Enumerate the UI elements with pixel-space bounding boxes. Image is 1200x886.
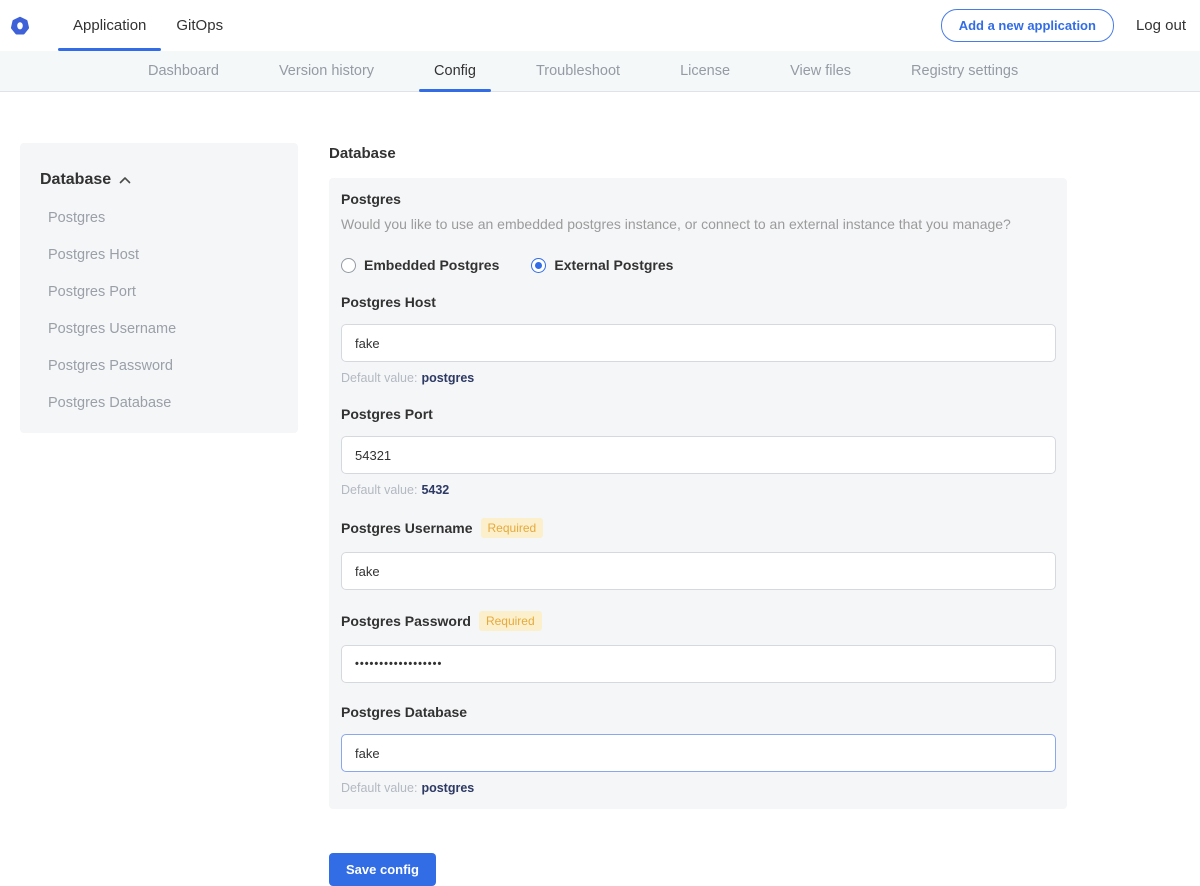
subnav-tab-troubleshoot[interactable]: Troubleshoot	[521, 51, 635, 91]
subnav-tab-registry-settings[interactable]: Registry settings	[896, 51, 1033, 91]
field-postgres-host: Postgres Host Default value:postgres	[341, 294, 1055, 385]
sidebar-item-postgres-password[interactable]: Postgres Password	[48, 358, 278, 374]
radio-unselected-icon[interactable]	[341, 258, 356, 273]
field-label: Postgres Port	[341, 406, 433, 422]
tab-application-label: Application	[73, 17, 146, 34]
save-config-button[interactable]: Save config	[329, 853, 436, 886]
radio-embedded-postgres[interactable]: Embedded Postgres	[341, 257, 499, 273]
page-title: Database	[329, 145, 1067, 162]
chevron-up-icon	[119, 171, 131, 189]
sidebar-group-label: Database	[40, 171, 111, 189]
field-label: Postgres Database	[341, 704, 467, 720]
tab-gitops-label: GitOps	[176, 17, 223, 34]
tab-application[interactable]: Application	[58, 0, 161, 51]
sidebar-item-postgres-port[interactable]: Postgres Port	[48, 284, 278, 300]
sidebar-item-postgres-username[interactable]: Postgres Username	[48, 321, 278, 337]
default-value-row: Default value:postgres	[341, 371, 1055, 385]
sidebar-item-postgres[interactable]: Postgres	[48, 210, 278, 226]
subnav-tab-license[interactable]: License	[665, 51, 745, 91]
field-postgres-password: Postgres Password Required	[341, 611, 1055, 683]
field-postgres-port: Postgres Port Default value:5432	[341, 406, 1055, 497]
postgres-port-input[interactable]	[341, 436, 1056, 474]
subnav-tab-config[interactable]: Config	[419, 51, 491, 91]
config-group-card: Postgres Would you like to use an embedd…	[329, 178, 1067, 809]
default-value-row: Default value:postgres	[341, 781, 1055, 795]
radio-selected-icon[interactable]	[531, 258, 546, 273]
sidebar-group-database[interactable]: Database	[40, 171, 278, 189]
field-label: Postgres Password	[341, 613, 471, 629]
config-item-help-text: Would you like to use an embedded postgr…	[341, 216, 1055, 232]
radio-external-postgres[interactable]: External Postgres	[531, 257, 673, 273]
app-subnav: Dashboard Version history Config Trouble…	[0, 51, 1200, 92]
sidebar-item-postgres-database[interactable]: Postgres Database	[48, 395, 278, 411]
field-label: Postgres Username	[341, 520, 473, 536]
postgres-password-input[interactable]	[341, 645, 1056, 683]
subnav-tab-view-files[interactable]: View files	[775, 51, 866, 91]
field-label: Postgres Host	[341, 294, 436, 310]
field-postgres-username: Postgres Username Required	[341, 518, 1055, 590]
config-main: Database Postgres Would you like to use …	[329, 143, 1067, 886]
default-value-row: Default value:5432	[341, 483, 1055, 497]
add-new-application-button[interactable]: Add a new application	[941, 9, 1114, 42]
header-right: Add a new application Log out	[941, 9, 1200, 42]
top-header: Application GitOps Add a new application…	[0, 0, 1200, 51]
app-logo-icon	[10, 16, 30, 36]
logout-button[interactable]: Log out	[1136, 17, 1186, 34]
postgres-host-input[interactable]	[341, 324, 1056, 362]
postgres-username-input[interactable]	[341, 552, 1056, 590]
subnav-tab-dashboard[interactable]: Dashboard	[133, 51, 234, 91]
postgres-database-input[interactable]	[341, 734, 1056, 772]
required-badge: Required	[481, 518, 544, 538]
postgres-type-radio-group: Embedded Postgres External Postgres	[341, 257, 1055, 273]
required-badge: Required	[479, 611, 542, 631]
sidebar-item-postgres-host[interactable]: Postgres Host	[48, 247, 278, 263]
tab-gitops[interactable]: GitOps	[161, 0, 238, 51]
field-postgres-database: Postgres Database Default value:postgres	[341, 704, 1055, 795]
subnav-tab-version-history[interactable]: Version history	[264, 51, 389, 91]
config-item-title: Postgres	[341, 191, 1055, 207]
config-sidebar: Database Postgres Postgres Host Postgres…	[20, 143, 298, 433]
